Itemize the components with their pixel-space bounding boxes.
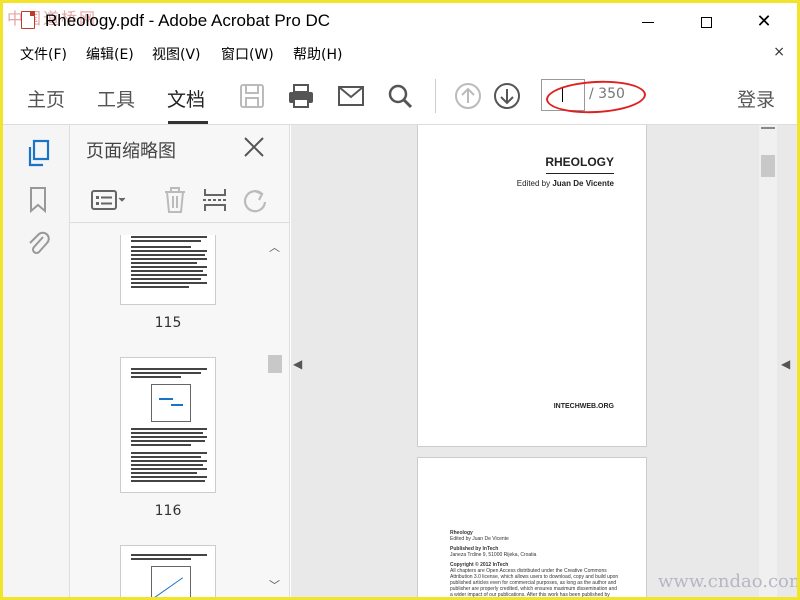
window-title: Rheology.pdf - Adobe Acrobat Pro DC — [45, 11, 331, 30]
save-button[interactable] — [237, 81, 267, 111]
close-document-button[interactable]: × — [773, 44, 785, 60]
book-title: RHEOLOGY — [545, 155, 614, 169]
menu-help[interactable]: 帮助(H) — [293, 44, 342, 64]
login-button[interactable]: 登录 — [737, 85, 775, 112]
attachments-button[interactable] — [25, 227, 51, 255]
publisher-name: INTECHWEB.ORG — [553, 403, 614, 410]
close-window-button[interactable]: ✕ — [741, 7, 787, 37]
close-icon: ✕ — [756, 11, 772, 32]
options-menu-button[interactable] — [90, 185, 130, 215]
printer-icon — [289, 84, 313, 108]
email-button[interactable] — [336, 81, 366, 111]
delete-pages-button[interactable] — [160, 185, 190, 215]
insert-page-icon — [203, 189, 227, 211]
copyright-editor: Edited by Juan De Vicente — [450, 536, 509, 542]
publisher-address: Janeza Trdine 9, 51000 Rijeka, Croatia — [450, 552, 537, 558]
search-button[interactable] — [385, 81, 415, 111]
menu-file[interactable]: 文件(F) — [20, 44, 67, 64]
minimize-button[interactable] — [625, 7, 671, 37]
thumbnail-tools — [70, 179, 290, 223]
rotate-pages-button[interactable] — [240, 185, 270, 215]
navigation-rail — [3, 125, 70, 597]
tab-tools[interactable]: 工具 — [97, 85, 135, 112]
expand-right-panel-button[interactable]: ◀ — [781, 357, 790, 371]
pdf-page-2: Rheology Edited by Juan De Vicente Publi… — [417, 457, 647, 598]
thumbnail-page[interactable] — [120, 235, 216, 305]
arrow-up-circle-icon — [455, 83, 481, 109]
scroll-up-icon[interactable] — [761, 127, 775, 135]
arrow-down-circle-icon — [494, 83, 520, 109]
menu-window[interactable]: 窗口(W) — [221, 44, 274, 64]
print-button[interactable] — [286, 81, 316, 111]
thumbnail-page[interactable] — [120, 357, 216, 493]
next-page-button[interactable] — [492, 81, 522, 111]
maximize-button[interactable] — [683, 7, 729, 37]
pdf-page-1: RHEOLOGY Edited by Juan De Vicente INTEC… — [417, 125, 647, 447]
license-text: All chapters are Open Access distributed… — [450, 568, 619, 598]
scrollbar-thumb[interactable] — [268, 355, 282, 373]
close-panel-button[interactable] — [242, 135, 266, 159]
menu-view[interactable]: 视图(V) — [152, 44, 201, 64]
title-bar: 中国道桥网 Rheology.pdf - Adobe Acrobat Pro D… — [3, 3, 797, 41]
editor-line: Edited by Juan De Vicente — [517, 179, 614, 188]
copyright-block: Rheology Edited by Juan De Vicente Publi… — [450, 526, 620, 598]
thumbnail-scrollbar[interactable]: ︿ ﹀ — [266, 235, 284, 597]
paperclip-icon — [29, 231, 50, 255]
tab-home[interactable]: 主页 — [27, 85, 65, 112]
bookmark-icon — [30, 187, 46, 214]
pdf-file-icon — [21, 11, 35, 29]
save-icon — [240, 84, 264, 108]
thumbnail-page-label: 115 — [154, 315, 182, 331]
document-view: ◀ RHEOLOGY Edited by Juan De Vicente INT… — [291, 125, 797, 597]
menu-edit[interactable]: 编辑(E) — [86, 44, 134, 64]
envelope-icon — [338, 86, 364, 106]
document-scrollbar[interactable] — [759, 125, 777, 597]
search-icon — [388, 84, 413, 109]
list-options-icon — [91, 190, 126, 210]
menu-bar: 文件(F) 编辑(E) 视图(V) 窗口(W) 帮助(H) × — [3, 41, 797, 67]
toolbar-divider — [435, 79, 436, 113]
thumbnail-page-label: 116 — [154, 503, 182, 519]
thumbnail-page[interactable] — [120, 545, 216, 597]
previous-page-button[interactable] — [453, 81, 483, 111]
title-rule — [546, 173, 614, 174]
close-icon — [244, 137, 264, 157]
editor-name: Juan De Vicente — [552, 179, 614, 188]
page-thumbnails-panel: 页面缩略图 115 116 ︿ ﹀ — [70, 125, 290, 597]
tab-document[interactable]: 文档 — [167, 85, 205, 112]
pages-icon — [28, 139, 50, 167]
scrollbar-thumb[interactable] — [761, 155, 775, 177]
collapse-left-panel-button[interactable]: ◀ — [293, 357, 302, 371]
trash-icon — [165, 187, 185, 213]
active-tab-indicator — [168, 121, 208, 124]
insert-pages-button[interactable] — [200, 185, 230, 215]
app-window: 中国道桥网 Rheology.pdf - Adobe Acrobat Pro D… — [0, 0, 800, 600]
minimize-icon — [642, 21, 654, 23]
watermark-url: www.cndao.com — [658, 571, 800, 592]
scroll-down-icon[interactable]: ﹀ — [269, 577, 280, 593]
editor-prefix: Edited by — [516, 179, 551, 188]
scroll-up-icon[interactable]: ︿ — [269, 239, 280, 255]
page-thumbnails-button[interactable] — [25, 139, 51, 167]
bookmarks-button[interactable] — [25, 185, 51, 214]
thumbnail-list: 115 116 — [70, 235, 266, 597]
maximize-icon — [700, 16, 712, 28]
panel-title: 页面缩略图 — [86, 141, 176, 162]
main-toolbar: 主页 工具 文档 / 350 登录 — [3, 69, 797, 125]
rotate-icon — [243, 189, 267, 213]
